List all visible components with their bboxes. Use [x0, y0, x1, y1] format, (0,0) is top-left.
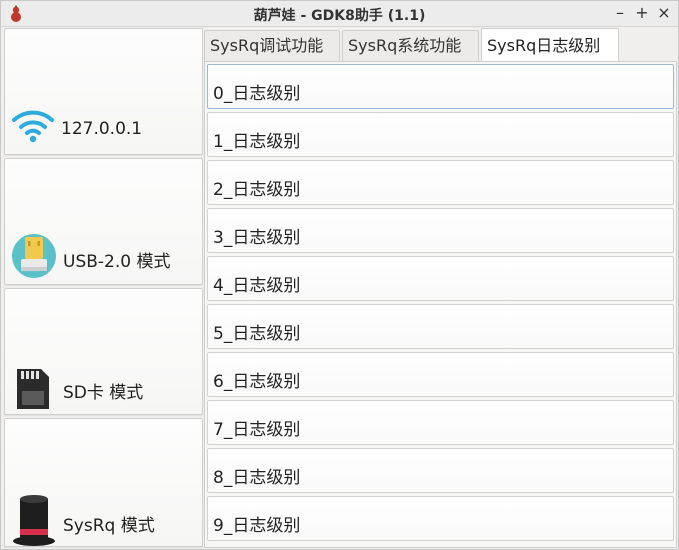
sd-card-icon — [17, 369, 49, 409]
log-level-button-2[interactable]: 2_日志级别 — [207, 160, 674, 205]
sidebar-item-sysrq[interactable]: SysRq 模式 — [4, 418, 203, 547]
sidebar: 127.0.0.1 USB-2.0 模式 SD卡 模式 SysRq 模式 — [4, 28, 203, 547]
app-window: 葫芦娃 - GDK8助手 (1.1) – + × 127.0.0.1 USB-2… — [0, 0, 679, 550]
sidebar-item-network[interactable]: 127.0.0.1 — [4, 28, 203, 155]
sidebar-item-sdcard[interactable]: SD卡 模式 — [4, 288, 203, 415]
wifi-icon — [12, 110, 54, 143]
tab-bar: SysRq调试功能 SysRq系统功能 SysRq日志级别 — [204, 28, 677, 62]
log-level-button-9[interactable]: 9_日志级别 — [207, 496, 674, 541]
tab-sysrq-debug[interactable]: SysRq调试功能 — [204, 30, 340, 61]
log-level-panel: 0_日志级别 1_日志级别 2_日志级别 3_日志级别 4_日志级别 5_日志级… — [204, 61, 677, 548]
log-level-button-6[interactable]: 6_日志级别 — [207, 352, 674, 397]
usb-drive-icon — [12, 234, 56, 278]
sidebar-item-usb[interactable]: USB-2.0 模式 — [4, 158, 203, 285]
log-level-button-4[interactable]: 4_日志级别 — [207, 256, 674, 301]
maximize-button[interactable]: + — [632, 3, 652, 23]
log-level-button-1[interactable]: 1_日志级别 — [207, 112, 674, 157]
log-level-button-7[interactable]: 7_日志级别 — [207, 400, 674, 445]
magic-hat-icon — [13, 495, 55, 546]
close-button[interactable]: × — [654, 3, 674, 23]
log-level-button-5[interactable]: 5_日志级别 — [207, 304, 674, 349]
sidebar-item-label: USB-2.0 模式 — [63, 252, 171, 272]
tab-sysrq-system[interactable]: SysRq系统功能 — [342, 30, 479, 61]
sidebar-item-label: 127.0.0.1 — [61, 119, 143, 139]
sidebar-item-label: SD卡 模式 — [63, 383, 144, 403]
log-level-button-8[interactable]: 8_日志级别 — [207, 448, 674, 493]
log-level-button-3[interactable]: 3_日志级别 — [207, 208, 674, 253]
window-title: 葫芦娃 - GDK8助手 (1.1) — [253, 8, 426, 24]
sidebar-item-label: SysRq 模式 — [63, 516, 155, 536]
title-bar[interactable]: 葫芦娃 - GDK8助手 (1.1) – + × — [1, 1, 678, 27]
minimize-button[interactable]: – — [610, 3, 630, 23]
log-level-button-0[interactable]: 0_日志级别 — [207, 64, 674, 109]
tab-sysrq-loglevel[interactable]: SysRq日志级别 — [481, 28, 619, 62]
